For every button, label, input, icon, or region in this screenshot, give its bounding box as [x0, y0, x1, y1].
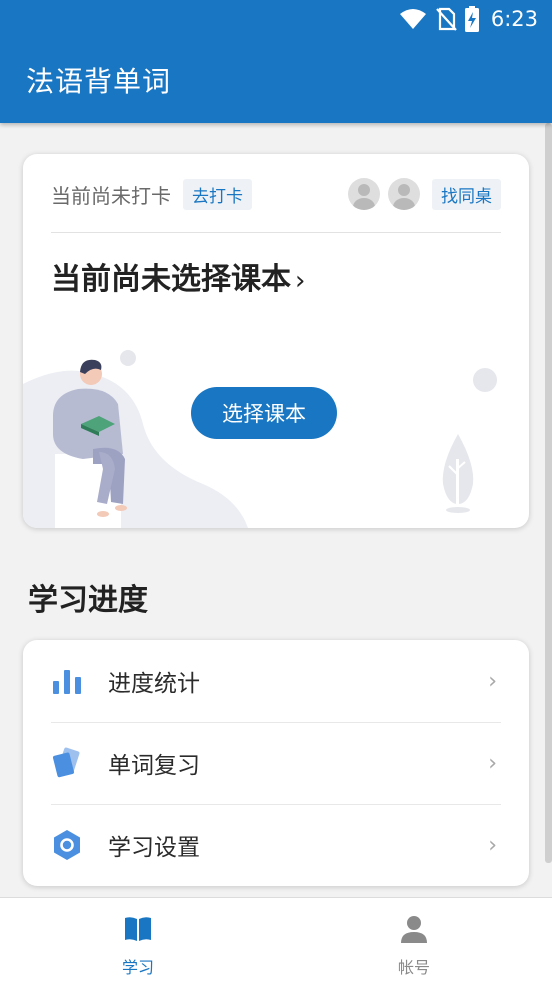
- avatar: [348, 178, 380, 210]
- checkin-card: 当前尚未打卡 去打卡 找同桌 当前尚未选择课本 › 选择课本: [23, 154, 529, 528]
- choose-book-button[interactable]: 选择课本: [191, 387, 337, 439]
- tab-label: 学习: [121, 958, 154, 977]
- bar-chart-icon: [53, 670, 81, 694]
- divider: [51, 232, 501, 233]
- select-book-link[interactable]: 当前尚未选择课本 ›: [51, 254, 305, 298]
- app-bar: 6:23 法语背单词: [0, 0, 552, 123]
- person-icon: [401, 916, 427, 943]
- section-title-progress: 学习进度: [28, 583, 148, 618]
- chevron-right-icon: ›: [295, 266, 306, 296]
- wifi-icon: [399, 9, 426, 29]
- status-time: 6:23: [490, 7, 538, 31]
- status-bar: 6:23: [0, 0, 552, 40]
- menu-item-label: 进度统计: [108, 671, 200, 697]
- checkin-row: 当前尚未打卡 去打卡 找同桌: [51, 176, 501, 212]
- settings-hexagon-icon: [54, 830, 80, 860]
- battery-charging-icon: [464, 6, 479, 32]
- menu-item-progress-stats[interactable]: 进度统计 ›: [23, 640, 529, 722]
- tab-account[interactable]: 帐号: [276, 898, 552, 983]
- partner-avatars: [348, 178, 420, 210]
- chevron-right-icon: ›: [488, 668, 497, 694]
- checkin-status-text: 当前尚未打卡: [51, 183, 171, 208]
- find-partner-button[interactable]: 找同桌: [432, 178, 501, 210]
- menu-item-word-review[interactable]: 单词复习 ›: [23, 722, 529, 804]
- checkin-button[interactable]: 去打卡: [183, 178, 252, 210]
- chevron-right-icon: ›: [488, 832, 497, 858]
- progress-menu-card: 进度统计 › 单词复习 › 学习设置 ›: [23, 640, 529, 886]
- no-sim-icon: [436, 7, 457, 31]
- chevron-right-icon: ›: [488, 750, 497, 776]
- tab-label: 帐号: [397, 958, 430, 977]
- bottom-nav: 学习 帐号: [0, 897, 552, 983]
- menu-item-label: 单词复习: [108, 753, 200, 779]
- flashcards-icon: [53, 747, 80, 778]
- book-icon: [125, 917, 151, 941]
- scrollbar[interactable]: [545, 123, 552, 863]
- app-title: 法语背单词: [26, 65, 172, 98]
- tab-study[interactable]: 学习: [0, 898, 276, 983]
- avatar: [388, 178, 420, 210]
- book-title-text: 当前尚未选择课本: [51, 262, 291, 297]
- menu-item-study-settings[interactable]: 学习设置 ›: [23, 804, 529, 886]
- menu-item-label: 学习设置: [108, 835, 200, 861]
